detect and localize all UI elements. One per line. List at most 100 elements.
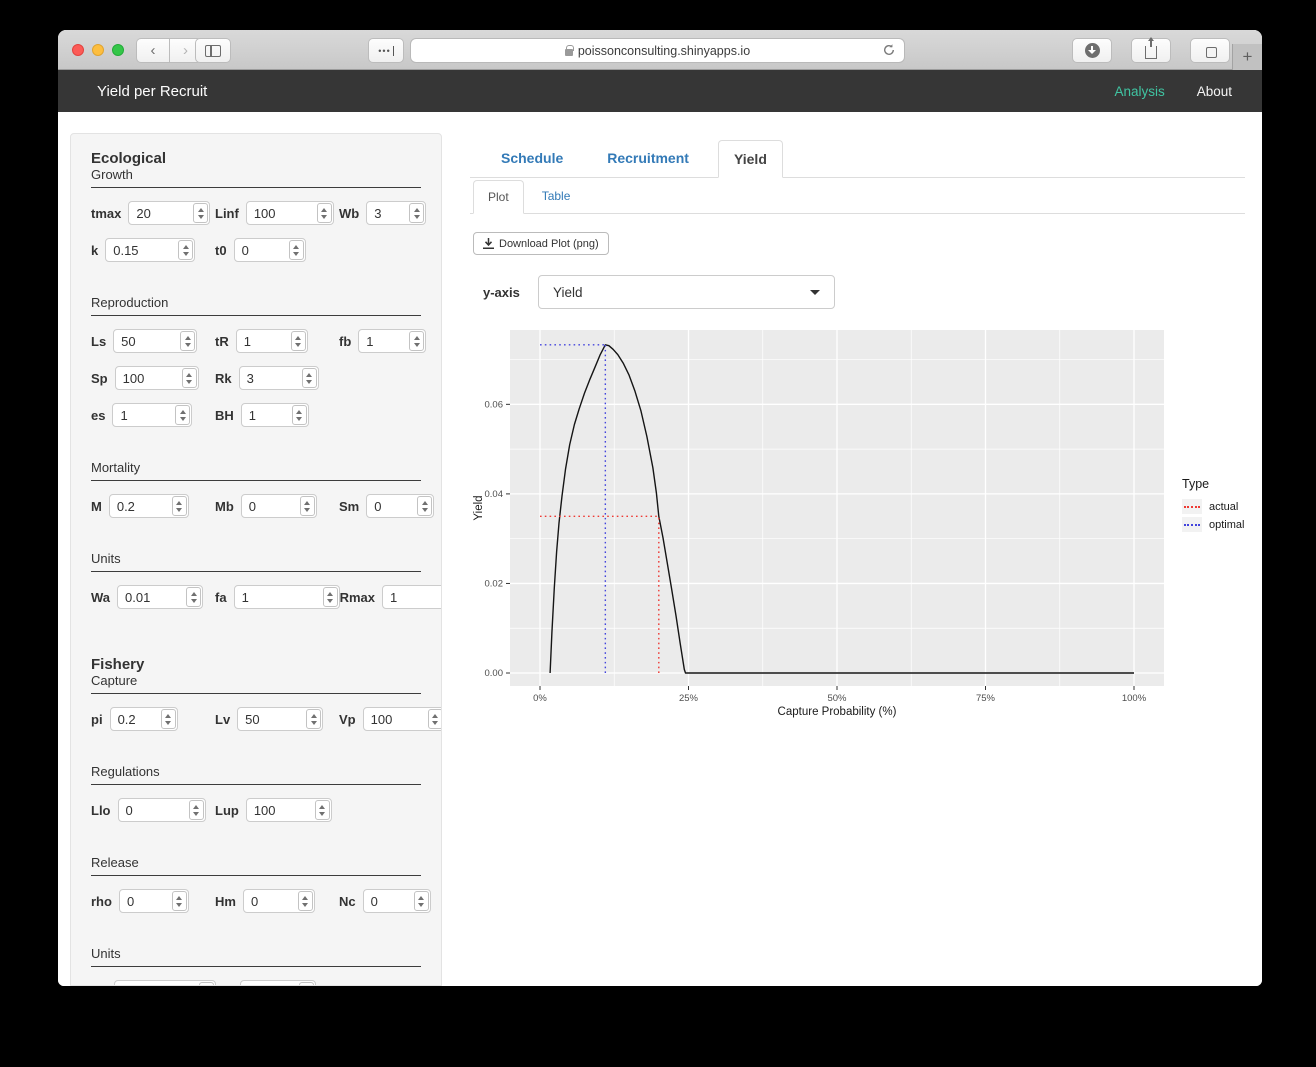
tab-schedule[interactable]: Schedule [486, 140, 578, 177]
stepper-down-icon[interactable] [193, 812, 199, 816]
numeric-input-Vp[interactable]: 100 [363, 707, 442, 731]
tab-overview-button[interactable]: ••• [368, 38, 404, 63]
numeric-input-tmax[interactable]: 20 [128, 201, 210, 225]
stepper-down-icon[interactable] [185, 343, 191, 347]
numeric-input-Linf[interactable]: 100 [246, 201, 334, 225]
stepper-control[interactable] [292, 405, 307, 425]
subtab-plot[interactable]: Plot [473, 180, 524, 214]
stepper-up-icon[interactable] [311, 714, 317, 718]
show-tabs-button[interactable] [1190, 38, 1230, 63]
stepper-down-icon[interactable] [327, 599, 333, 603]
numeric-input-rho[interactable]: 0 [119, 889, 189, 913]
stepper-control[interactable] [306, 709, 321, 729]
stepper-control[interactable] [172, 496, 187, 516]
stepper-down-icon[interactable] [293, 252, 299, 256]
stepper-down-icon[interactable] [432, 721, 438, 725]
stepper-down-icon[interactable] [165, 721, 171, 725]
reload-button[interactable] [882, 43, 896, 57]
numeric-input-Wa[interactable]: 0.01 [117, 585, 203, 609]
stepper-control[interactable] [161, 709, 176, 729]
stepper-control[interactable] [300, 496, 315, 516]
stepper-down-icon[interactable] [198, 215, 204, 219]
numeric-input-fb[interactable]: 1 [358, 329, 426, 353]
yaxis-select[interactable]: Yield [538, 275, 835, 309]
stepper-down-icon[interactable] [295, 343, 301, 347]
stepper-control[interactable] [189, 800, 204, 820]
numeric-input-Lv[interactable]: 50 [237, 707, 323, 731]
stepper-up-icon[interactable] [295, 336, 301, 340]
stepper-down-icon[interactable] [418, 903, 424, 907]
new-tab-button[interactable]: + [1232, 44, 1262, 70]
stepper-up-icon[interactable] [414, 208, 420, 212]
stepper-control[interactable] [298, 891, 313, 911]
numeric-input-es[interactable]: 1 [112, 403, 192, 427]
minimize-window-icon[interactable] [92, 44, 104, 56]
stepper-up-icon[interactable] [193, 805, 199, 809]
tab-recruitment[interactable]: Recruitment [592, 140, 704, 177]
stepper-up-icon[interactable] [186, 373, 192, 377]
stepper-down-icon[interactable] [176, 903, 182, 907]
subtab-table[interactable]: Table [528, 180, 585, 213]
stepper-up-icon[interactable] [327, 592, 333, 596]
numeric-input-fa[interactable]: 1 [234, 585, 340, 609]
stepper-up-icon[interactable] [180, 410, 186, 414]
stepper-control[interactable] [186, 587, 201, 607]
numeric-input-Sm[interactable]: 0 [366, 494, 434, 518]
stepper-control[interactable] [317, 203, 332, 223]
numeric-input-Llo[interactable]: 0 [118, 798, 206, 822]
stepper-up-icon[interactable] [422, 501, 428, 505]
stepper-down-icon[interactable] [302, 903, 308, 907]
numeric-input-M[interactable]: 0.2 [109, 494, 189, 518]
share-button[interactable] [1131, 38, 1171, 63]
numeric-input-k[interactable]: 0.15 [105, 238, 195, 262]
numeric-input-BH[interactable]: 1 [241, 403, 309, 427]
stepper-down-icon[interactable] [311, 721, 317, 725]
numeric-input-Eb[interactable]: 1 [240, 980, 316, 986]
navbar-link-analysis[interactable]: Analysis [1114, 84, 1164, 99]
stepper-control[interactable] [289, 240, 304, 260]
address-bar[interactable]: poissonconsulting.shinyapps.io [410, 38, 905, 63]
zoom-window-icon[interactable] [112, 44, 124, 56]
stepper-control[interactable] [315, 800, 330, 820]
stepper-up-icon[interactable] [198, 208, 204, 212]
stepper-up-icon[interactable] [321, 208, 327, 212]
stepper-up-icon[interactable] [176, 896, 182, 900]
stepper-control[interactable] [172, 891, 187, 911]
download-plot-button[interactable]: Download Plot (png) [473, 232, 609, 255]
stepper-up-icon[interactable] [418, 896, 424, 900]
stepper-control[interactable] [409, 203, 424, 223]
stepper-up-icon[interactable] [293, 245, 299, 249]
back-button[interactable]: ‹ [136, 38, 169, 63]
stepper-down-icon[interactable] [422, 508, 428, 512]
stepper-down-icon[interactable] [186, 380, 192, 384]
numeric-input-t0[interactable]: 0 [234, 238, 306, 262]
navbar-link-about[interactable]: About [1197, 84, 1232, 99]
stepper-down-icon[interactable] [191, 599, 197, 603]
numeric-input-pi[interactable]: 0.2 [110, 707, 178, 731]
stepper-down-icon[interactable] [319, 812, 325, 816]
stepper-down-icon[interactable] [306, 380, 312, 384]
stepper-down-icon[interactable] [296, 417, 302, 421]
stepper-control[interactable] [414, 891, 429, 911]
stepper-control[interactable] [299, 982, 314, 986]
stepper-control[interactable] [302, 368, 317, 388]
numeric-input-Lup[interactable]: 100 [246, 798, 332, 822]
stepper-up-icon[interactable] [304, 501, 310, 505]
stepper-control[interactable] [323, 587, 338, 607]
stepper-control[interactable] [182, 368, 197, 388]
stepper-down-icon[interactable] [321, 215, 327, 219]
numeric-input-Nc[interactable]: 0 [363, 889, 431, 913]
numeric-input-Rk[interactable]: 3 [239, 366, 319, 390]
stepper-control[interactable] [199, 982, 214, 986]
stepper-up-icon[interactable] [183, 245, 189, 249]
stepper-up-icon[interactable] [319, 805, 325, 809]
stepper-up-icon[interactable] [165, 714, 171, 718]
stepper-up-icon[interactable] [306, 373, 312, 377]
stepper-down-icon[interactable] [183, 252, 189, 256]
stepper-down-icon[interactable] [176, 508, 182, 512]
stepper-up-icon[interactable] [176, 501, 182, 505]
stepper-control[interactable] [175, 405, 190, 425]
stepper-control[interactable] [428, 709, 442, 729]
downloads-button[interactable] [1072, 38, 1112, 63]
stepper-control[interactable] [180, 331, 195, 351]
